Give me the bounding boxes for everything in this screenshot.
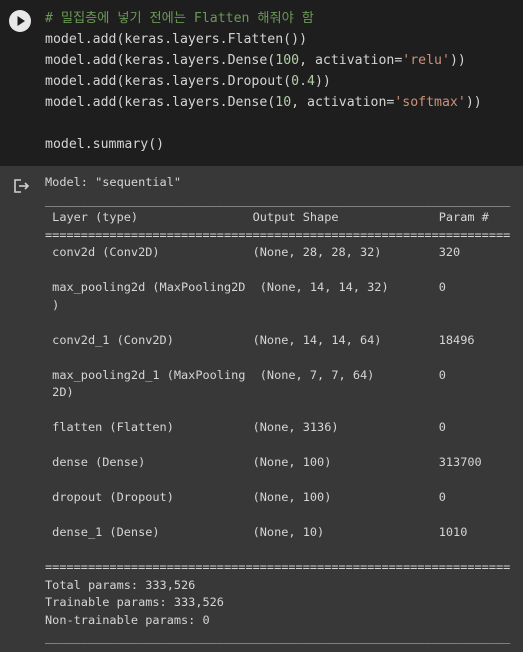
output-line: Total params: 333,526 [45,577,196,592]
output-arrow-icon[interactable] [13,178,31,194]
output-line: Layer (type) Output Shape Param # [45,210,511,224]
code-token: model.add(keras.layers.Dropout( [45,74,292,89]
code-token: 'softmax' [394,95,466,110]
code-token: 100 [275,53,300,68]
code-token: 0.4 [291,74,315,89]
output-line: ========================================… [45,227,511,242]
code-token: model.add(keras.layers.Flatten()) [45,32,308,47]
output-line: ) [45,297,511,312]
output-line: ________________________________________… [45,630,511,644]
output-line: max_pooling2d (MaxPooling2D (None, 14, 1… [45,280,511,294]
code-token: # 밀집층에 넣기 전에는 Flatten 해줘야 함 [45,11,314,26]
code-token: )) [449,53,466,68]
output-line: dense (Dense) (None, 100) 313700 [45,455,511,469]
output-line: conv2d (Conv2D) (None, 28, 28, 32) 320 [45,245,511,259]
output-line: Model: "sequential" [45,175,182,189]
code-token: , activation= [299,53,403,68]
run-cell-button[interactable] [9,10,31,32]
code-line: model.add(keras.layers.Flatten()) [45,29,482,50]
output-line: ________________________________________… [45,192,511,207]
output-line: flatten (Flatten) (None, 3136) 0 [45,420,511,434]
output-line: dropout (Dropout) (None, 100) 0 [45,490,511,504]
output-line: 2D) [45,385,511,399]
output-line: ========================================… [45,560,511,574]
code-token: 10 [275,95,292,110]
output-line: dense_1 (Dense) (None, 10) 1010 [45,525,511,539]
code-line: model.add(keras.layers.Dense(10, activat… [45,92,482,113]
output-line: max_pooling2d_1 (MaxPooling (None, 7, 7,… [45,367,511,382]
code-line: model.add(keras.layers.Dropout(0.4)) [45,71,482,92]
code-token: )) [314,74,331,89]
code-token: model.add(keras.layers.Dense( [45,95,276,110]
code-token: 'relu' [402,53,450,68]
code-line: model.summary() [45,134,482,155]
play-icon [17,16,25,26]
output-line: Non-trainable params: 0 [45,612,210,627]
code-line: # 밀집층에 넣기 전에는 Flatten 해줘야 함 [45,8,482,29]
cell-output: Model: "sequential" _____________________… [45,174,510,647]
output-line: Trainable params: 333,526 [45,595,224,609]
code-token: )) [465,95,482,110]
code-token: , activation= [291,95,395,110]
code-token: model.add(keras.layers.Dense( [45,53,276,68]
code-line: model.add(keras.layers.Dense(100, activa… [45,50,482,71]
code-token: model.summary() [45,137,165,152]
code-editor[interactable]: # 밀집층에 넣기 전에는 Flatten 해줘야 함 model.add(ker… [45,8,482,155]
code-cell[interactable]: # 밀집층에 넣기 전에는 Flatten 해줘야 함 model.add(ker… [0,0,523,166]
output-line: conv2d_1 (Conv2D) (None, 14, 14, 64) 184… [45,332,511,347]
